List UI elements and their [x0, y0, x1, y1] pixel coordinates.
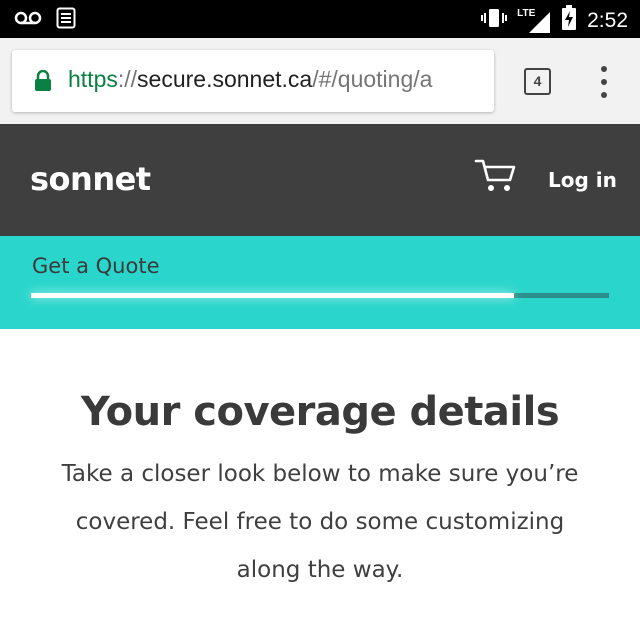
- voicemail-icon: [14, 8, 42, 33]
- page-title: Your coverage details: [80, 389, 560, 435]
- quote-progress-fill: [31, 293, 514, 298]
- tab-switcher-button[interactable]: 4: [524, 68, 551, 95]
- cart-icon[interactable]: [474, 158, 518, 199]
- quote-title: Get a Quote: [32, 254, 160, 278]
- login-link[interactable]: Log in: [548, 168, 617, 192]
- battery-charging-icon: [561, 5, 577, 36]
- lock-icon: [34, 69, 52, 97]
- site-header: sonnet Log in: [0, 124, 640, 236]
- signal-icon: LTE: [517, 8, 551, 34]
- quote-progress-bar: [31, 293, 609, 298]
- vibrate-icon: [481, 6, 508, 35]
- url-path: /#/quoting/a: [312, 66, 433, 92]
- url-separator: ://: [117, 66, 138, 92]
- overflow-menu-icon[interactable]: [597, 66, 611, 98]
- status-bar-left: [14, 7, 76, 34]
- url-scheme: https: [68, 66, 118, 92]
- notes-icon: [56, 7, 76, 34]
- browser-toolbar: https://secure.sonnet.ca/#/quoting/a 4: [0, 38, 640, 124]
- main-content: Your coverage details Take a closer look…: [0, 329, 640, 630]
- url-text: https://secure.sonnet.ca/#/quoting/a: [68, 66, 432, 93]
- address-bar[interactable]: https://secure.sonnet.ca/#/quoting/a: [12, 50, 494, 112]
- status-bar-right: LTE 2:52: [481, 5, 628, 36]
- quote-progress-band: Get a Quote: [0, 236, 640, 329]
- page-description: Take a closer look below to make sure yo…: [61, 461, 579, 583]
- status-bar: LTE 2:52: [0, 0, 640, 38]
- url-host: secure.sonnet.ca: [137, 66, 313, 92]
- status-time: 2:52: [587, 8, 628, 32]
- sonnet-logo[interactable]: sonnet: [30, 160, 151, 198]
